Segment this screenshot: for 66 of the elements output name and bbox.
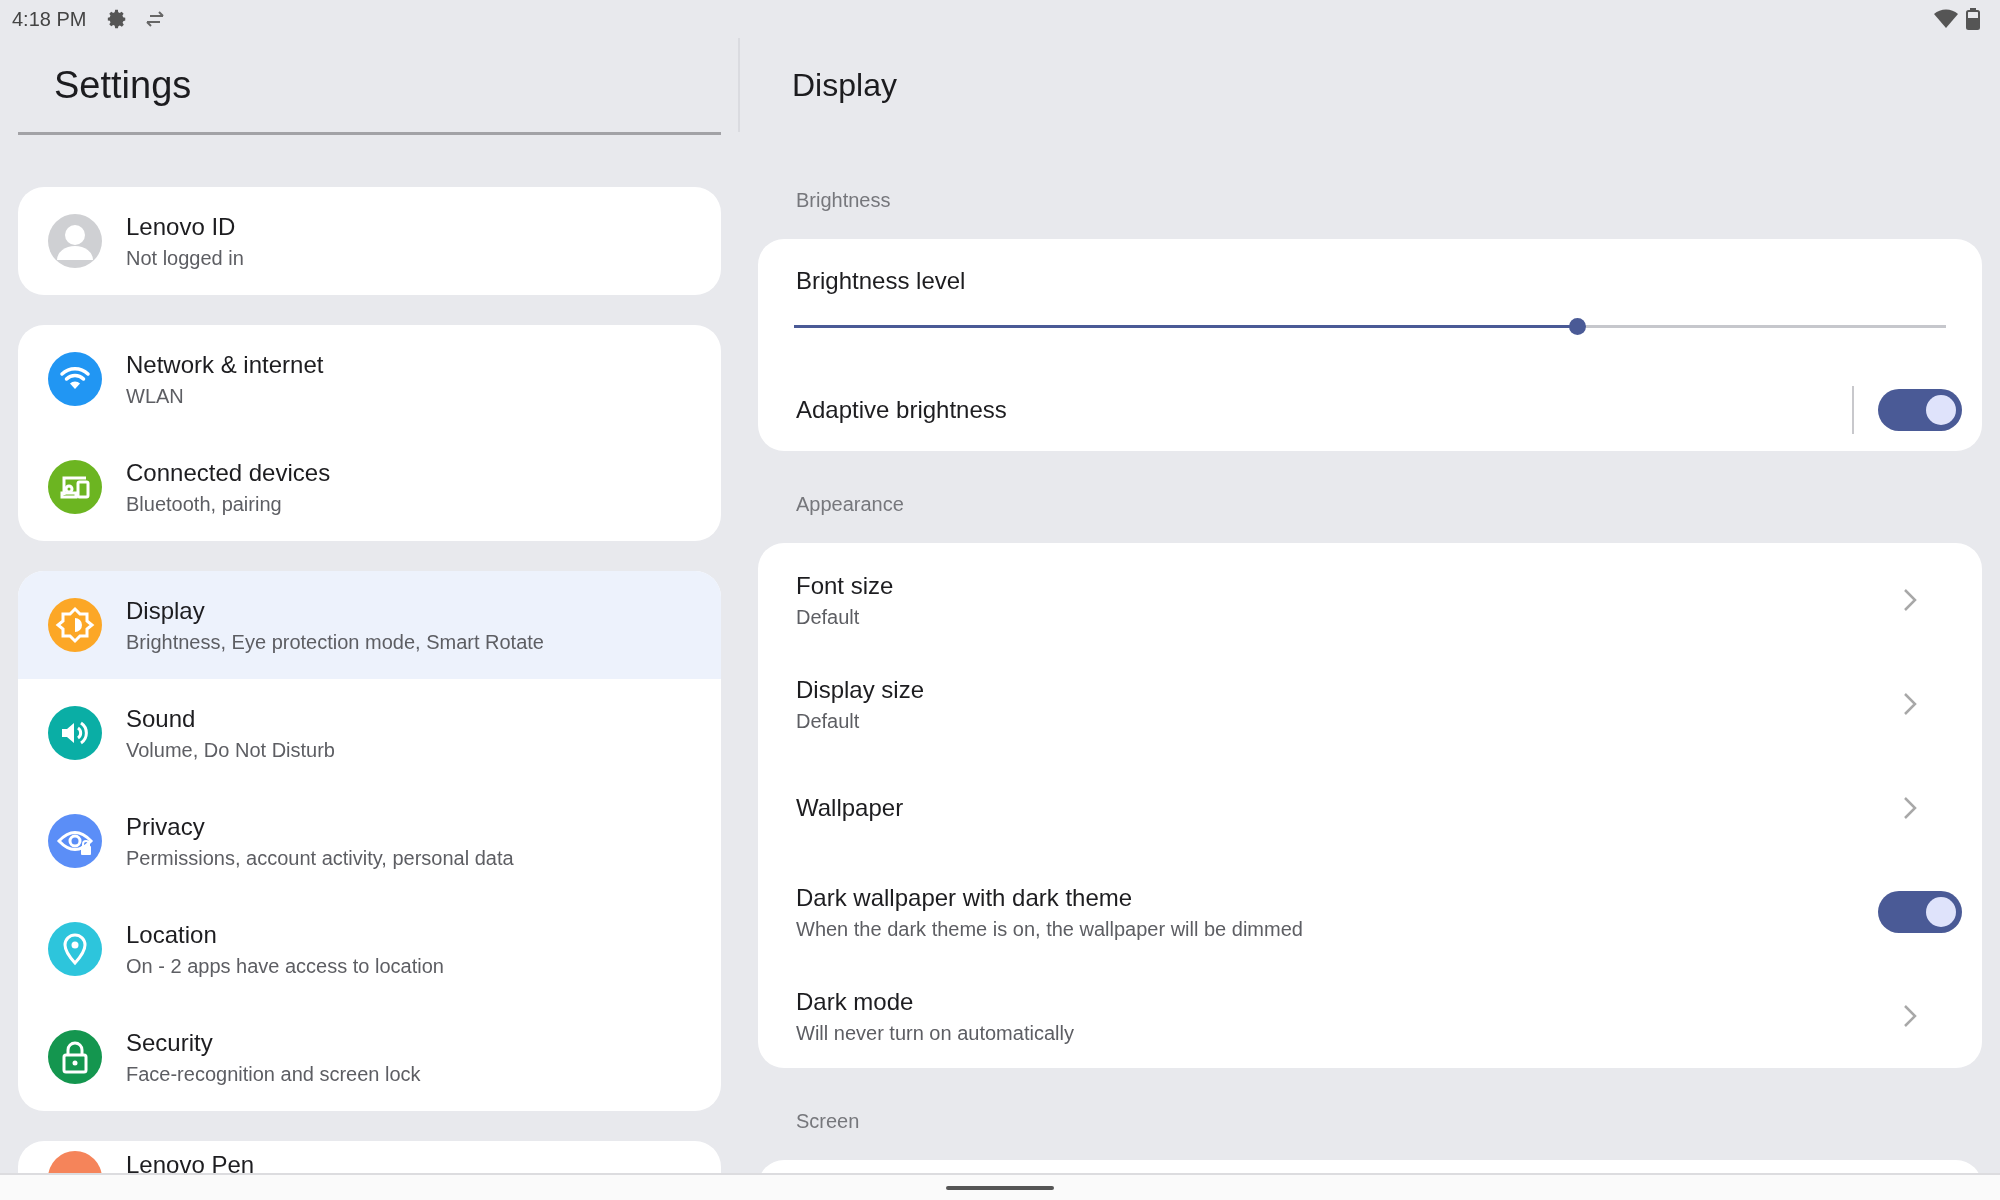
settings-item[interactable]: Privacy Permissions, account activity, personal data: [18, 787, 721, 895]
setting-subtitle: Default: [796, 605, 861, 629]
section-header: Brightness: [796, 189, 891, 212]
setting-subtitle: When the dark theme is on, the wallpaper will be dimmed: [796, 917, 1304, 941]
devices-icon: [48, 460, 102, 514]
item-subtitle: WLAN: [126, 384, 185, 408]
setting-row[interactable]: Wallpaper: [758, 756, 1982, 860]
toggle-switch[interactable]: [1878, 389, 1962, 431]
item-title: Connected devices: [126, 458, 331, 487]
settings-item[interactable]: Connected devices Bluetooth, pairing: [18, 433, 721, 541]
setting-subtitle: Will never turn on automatically: [796, 1021, 1075, 1045]
section-header: Appearance: [796, 493, 904, 516]
item-title: Location: [126, 920, 218, 949]
item-title: Lenovo Pen: [126, 1151, 255, 1173]
item-subtitle: Not logged in: [126, 246, 244, 270]
chevron-right-icon: [1902, 795, 1918, 821]
chevron-right-icon: [1902, 587, 1918, 613]
settings-item[interactable]: Network & internet WLAN: [18, 325, 721, 433]
settings-item[interactable]: Lenovo ID Not logged in: [18, 187, 721, 295]
setting-title: Wallpaper: [796, 794, 905, 822]
item-title: Sound: [126, 704, 197, 733]
setting-title: Adaptive brightness: [796, 396, 1008, 424]
pane-title: Display: [792, 66, 897, 104]
item-title: Lenovo ID: [126, 212, 237, 241]
settings-item[interactable]: Security Face-recognition and screen lock: [18, 1003, 721, 1111]
item-subtitle: Bluetooth, pairing: [126, 492, 283, 516]
settings-item[interactable]: Sound Volume, Do Not Disturb: [18, 679, 721, 787]
settings-item[interactable]: Lenovo Pen: [18, 1141, 721, 1173]
eye-lock-icon: [48, 814, 102, 868]
item-subtitle: Brightness, Eye protection mode, Smart Rotate: [126, 630, 544, 654]
section-header: Screen: [796, 1110, 860, 1133]
speaker-icon: [48, 706, 102, 760]
brightness-icon: [48, 598, 102, 652]
status-time: 4:18 PM: [12, 7, 87, 31]
setting-row[interactable]: Dark wallpaper with dark theme When the dark theme is on, the wallpaper will be dimmed: [758, 860, 1982, 964]
item-title: Display: [126, 596, 206, 625]
settings-item[interactable]: Location On - 2 apps have access to location: [18, 895, 721, 1003]
item-subtitle: Volume, Do Not Disturb: [126, 738, 335, 762]
account-icon: [48, 214, 102, 268]
item-title: Security: [126, 1028, 214, 1057]
lock-icon: [48, 1030, 102, 1084]
chevron-right-icon: [1902, 691, 1918, 717]
location-pin-icon: [48, 922, 102, 976]
wifi-signal-icon: [1934, 9, 1958, 29]
battery-icon: [1966, 8, 1980, 30]
settings-item[interactable]: Display Brightness, Eye protection mode, Smart Rotate: [18, 571, 721, 679]
setting-title: Display size: [796, 675, 926, 704]
chevron-right-icon: [1902, 1003, 1918, 1029]
setting-title: Font size: [796, 571, 895, 600]
setting-row[interactable]: Font size Default: [758, 548, 1982, 652]
setting-row[interactable]: Display size Default: [758, 652, 1982, 756]
item-subtitle: Permissions, account activity, personal data: [126, 846, 514, 870]
setting-row[interactable]: Dark mode Will never turn on automatically: [758, 964, 1982, 1068]
page-title: Settings: [54, 63, 192, 107]
toggle-switch[interactable]: [1878, 891, 1962, 933]
item-subtitle: Face-recognition and screen lock: [126, 1062, 421, 1086]
item-title: Privacy: [126, 812, 206, 841]
setting-title: Brightness level: [796, 267, 967, 295]
item-subtitle: On - 2 apps have access to location: [126, 954, 444, 978]
setting-row[interactable]: Adaptive brightness: [758, 369, 1982, 451]
setting-title: Dark mode: [796, 987, 915, 1016]
setting-subtitle: Default: [796, 709, 861, 733]
item-title: Network & internet: [126, 350, 324, 379]
setting-title: Dark wallpaper with dark theme: [796, 883, 1134, 912]
home-handle[interactable]: [946, 1185, 1054, 1190]
wifi-icon: [48, 352, 102, 406]
